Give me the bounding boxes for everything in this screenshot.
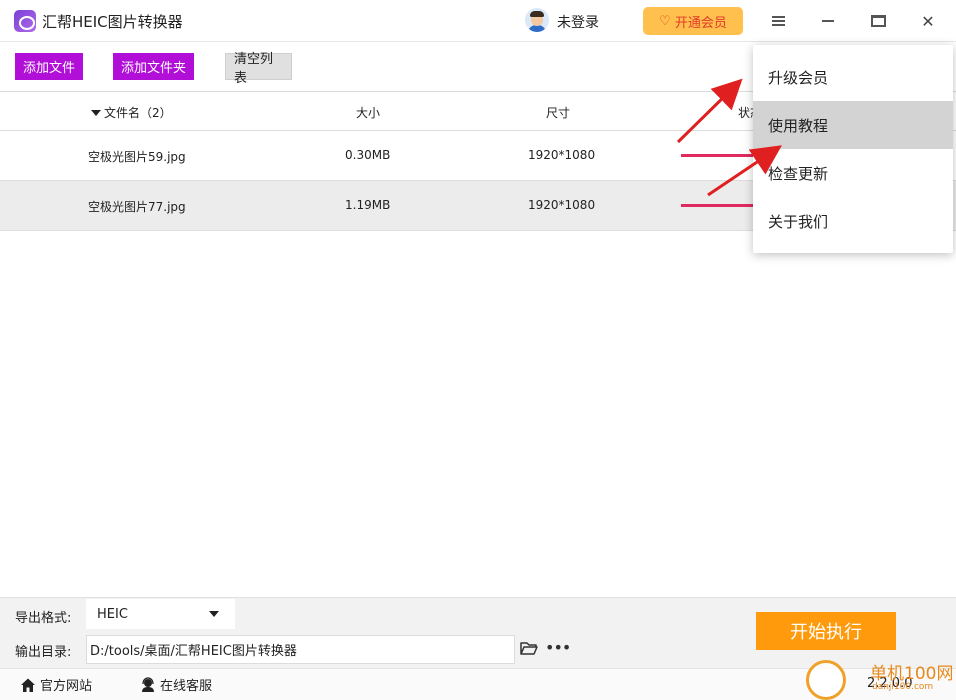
watermark-logo-icon bbox=[806, 660, 846, 700]
app-title: 汇帮HEIC图片转换器 bbox=[42, 13, 183, 31]
vip-button[interactable]: ♡ 开通会员 bbox=[643, 7, 743, 35]
file-size-cell: 1.19MB bbox=[345, 198, 391, 212]
login-status[interactable]: 未登录 bbox=[557, 12, 599, 32]
file-dimensions-cell: 1920*1080 bbox=[528, 198, 596, 212]
output-label: 输出目录: bbox=[15, 645, 72, 660]
start-button[interactable]: 开始执行 bbox=[756, 612, 896, 650]
folder-open-icon[interactable] bbox=[520, 641, 538, 656]
format-value: HEIC bbox=[97, 606, 128, 622]
format-select[interactable]: HEIC bbox=[86, 599, 235, 629]
format-label: 导出格式: bbox=[15, 611, 72, 626]
close-button[interactable]: ✕ bbox=[914, 8, 942, 34]
menu-item-upgrade[interactable]: 升级会员 bbox=[753, 53, 953, 101]
file-size-cell: 0.30MB bbox=[345, 148, 391, 162]
user-avatar-icon[interactable] bbox=[525, 8, 549, 32]
file-name-cell: 空极光图片59.jpg bbox=[88, 150, 186, 164]
maximize-icon bbox=[870, 15, 886, 27]
column-header-name-label: 文件名（2） bbox=[104, 106, 172, 120]
minimize-button[interactable] bbox=[814, 8, 842, 34]
progress-bar bbox=[681, 154, 756, 157]
diamond-icon: ♡ bbox=[659, 13, 671, 29]
official-site-link[interactable]: 官方网站 bbox=[20, 675, 92, 694]
output-path-field[interactable]: D:/tools/桌面/汇帮HEIC图片转换器 bbox=[86, 635, 515, 664]
customer-service-icon bbox=[142, 676, 154, 692]
online-service-link[interactable]: 在线客服 bbox=[140, 675, 212, 694]
title-bar: 汇帮HEIC图片转换器 未登录 ♡ 开通会员 ✕ bbox=[0, 0, 956, 42]
official-site-label: 官方网站 bbox=[40, 679, 93, 694]
watermark-text: 单机100网 bbox=[870, 664, 954, 684]
watermark-url: danji100.com bbox=[872, 682, 934, 692]
menu-item-tutorial[interactable]: 使用教程 bbox=[753, 101, 953, 149]
file-name-cell: 空极光图片77.jpg bbox=[88, 200, 186, 214]
chevron-down-icon bbox=[209, 611, 219, 617]
file-dimensions-cell: 1920*1080 bbox=[528, 148, 596, 162]
progress-bar bbox=[681, 204, 756, 207]
menu-item-check-update[interactable]: 检查更新 bbox=[753, 149, 953, 197]
add-folder-button[interactable]: 添加文件夹 bbox=[113, 53, 194, 80]
clear-list-button[interactable]: 清空列表 bbox=[225, 52, 292, 86]
column-header-name[interactable]: 文件名（2） bbox=[91, 104, 172, 121]
maximize-button[interactable] bbox=[864, 8, 892, 34]
minimize-icon bbox=[822, 20, 834, 22]
add-file-button[interactable]: 添加文件 bbox=[15, 53, 83, 80]
vip-label: 开通会员 bbox=[674, 15, 727, 31]
column-header-dimensions: 尺寸 bbox=[546, 106, 571, 120]
menu-item-about[interactable]: 关于我们 bbox=[753, 197, 953, 245]
close-icon: ✕ bbox=[921, 11, 935, 31]
main-menu-dropdown: 升级会员 使用教程 检查更新 关于我们 bbox=[753, 45, 953, 253]
menu-button[interactable] bbox=[764, 8, 792, 34]
app-logo-icon bbox=[14, 10, 36, 32]
home-icon bbox=[21, 678, 35, 692]
more-options-icon[interactable]: ••• bbox=[545, 638, 571, 657]
column-header-size: 大小 bbox=[356, 106, 381, 120]
online-service-label: 在线客服 bbox=[160, 679, 213, 694]
hamburger-icon bbox=[771, 16, 785, 26]
sort-down-icon bbox=[91, 110, 101, 116]
